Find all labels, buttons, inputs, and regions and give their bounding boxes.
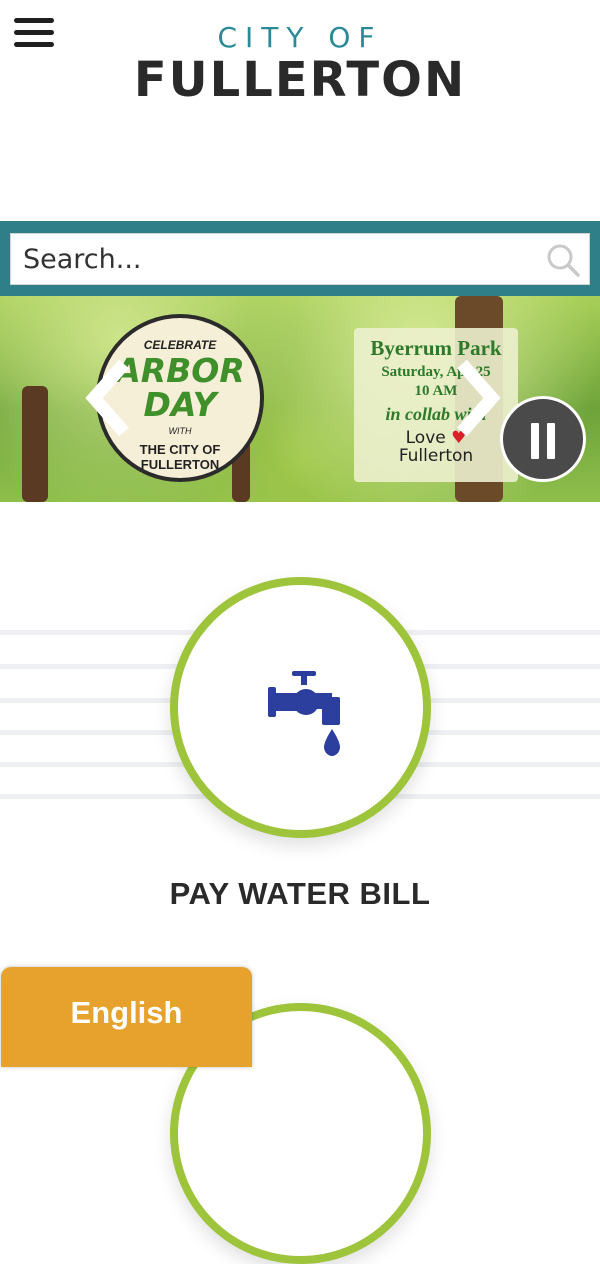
hero-slider[interactable]: CELEBRATE ARBOR DAY WITH THE CITY OF FUL… <box>0 296 600 502</box>
logo-fullerton: FULLERTON <box>133 52 467 108</box>
quick-link-label[interactable]: PAY WATER BILL <box>0 876 600 912</box>
pause-icon[interactable] <box>500 396 586 482</box>
water-faucet-icon <box>268 671 340 756</box>
logo-city-of: CITY OF <box>217 21 383 54</box>
search-box <box>10 233 590 285</box>
badge-celebrate-text: CELEBRATE <box>143 338 217 352</box>
search-input[interactable] <box>11 234 555 284</box>
fullerton-text: Fullerton <box>398 446 474 466</box>
chevron-right-icon[interactable] <box>452 358 502 438</box>
tree-trunk <box>22 386 48 502</box>
badge-city-text: THE CITY OF FULLERTON <box>139 442 221 472</box>
pay-water-bill-button[interactable] <box>170 577 431 838</box>
site-logo[interactable]: CITY OF FULLERTON <box>0 21 600 108</box>
language-selector-button[interactable]: English <box>1 967 252 1067</box>
chevron-left-icon[interactable] <box>84 358 134 438</box>
site-header: CITY OF FULLERTON <box>0 0 600 220</box>
language-label: English <box>70 995 183 1030</box>
search-bar <box>0 221 600 296</box>
search-icon[interactable] <box>545 242 581 278</box>
